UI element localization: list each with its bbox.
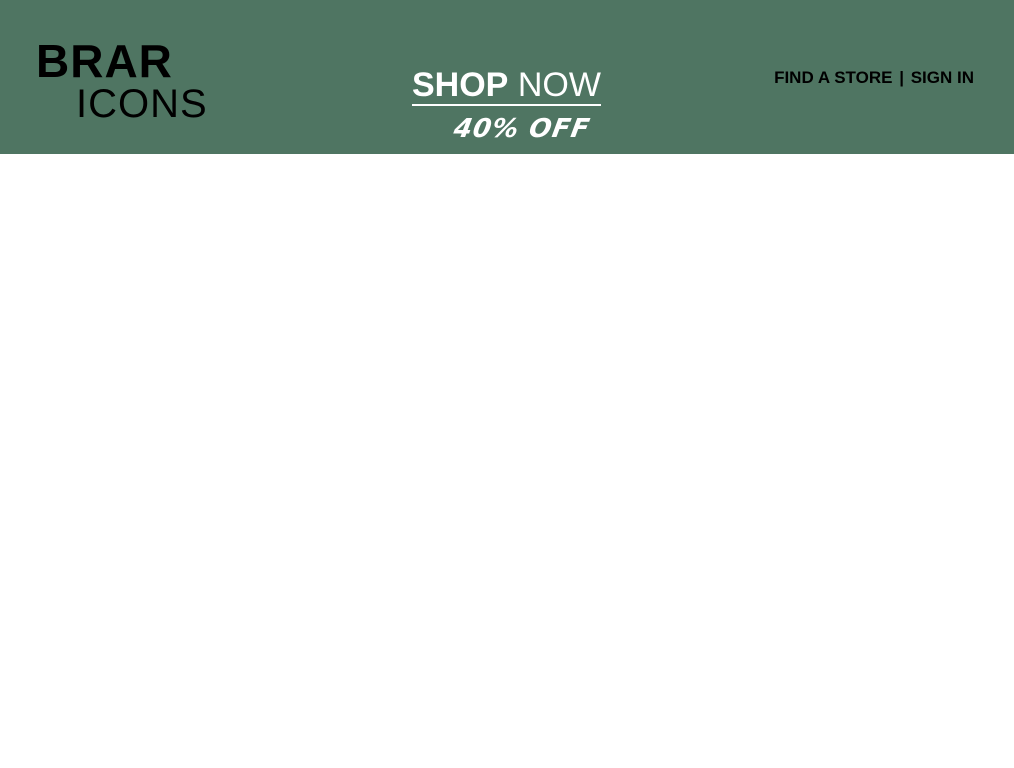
logo-text-brar: BRAR [36, 35, 173, 87]
promo-underline [412, 104, 601, 106]
logo-text-icons: ICONS [76, 82, 208, 126]
sign-in-link[interactable]: SIGN IN [911, 68, 974, 87]
header-utility-links: FIND A STORE | SIGN IN [774, 66, 974, 90]
header-link-separator: | [899, 68, 904, 87]
brand-logo[interactable]: BRAR ICONS [36, 36, 236, 136]
promo-discount-text: 40% OFF [451, 114, 593, 144]
site-header: BRAR ICONS SHOP NOW 40% OFF FIND A STORE… [0, 0, 1014, 154]
promo-now-text: NOW [517, 66, 601, 104]
promo-headline: SHOP NOW [412, 66, 602, 104]
find-a-store-link[interactable]: FIND A STORE [774, 68, 892, 87]
main-content-area [0, 154, 1014, 768]
shop-now-promo-link[interactable]: SHOP NOW 40% OFF [412, 66, 602, 150]
promo-shop-text: SHOP [412, 66, 509, 104]
